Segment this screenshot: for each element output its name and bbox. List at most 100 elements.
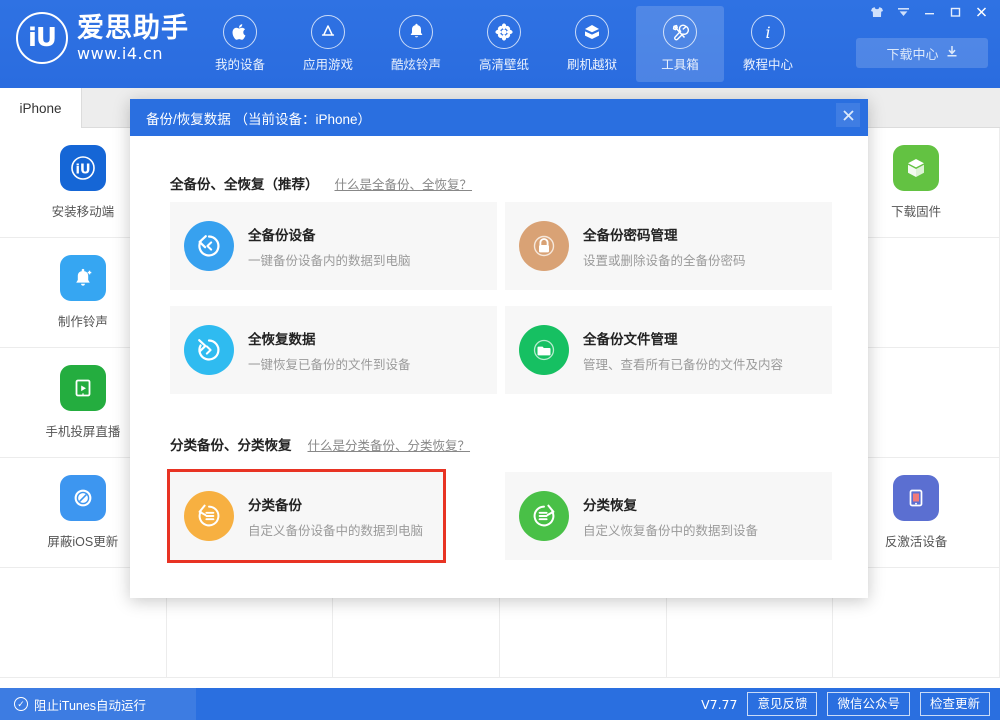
menu-icon[interactable] bbox=[890, 2, 916, 22]
card-title: 全备份文件管理 bbox=[583, 331, 678, 347]
folder-icon bbox=[519, 325, 569, 375]
nav-label: 教程中心 bbox=[742, 58, 793, 72]
app-header: iU 爱思助手 www.i4.cn 我的设备 应用游戏 酷炫铃声 高清壁纸 刷机… bbox=[0, 0, 1000, 88]
nav-item-my-device[interactable]: 我的设备 bbox=[196, 6, 284, 82]
tab-iphone[interactable]: iPhone bbox=[0, 88, 82, 128]
card-title: 全备份设备 bbox=[248, 227, 316, 243]
block-itunes-toggle[interactable]: ✓ 阻止iTunes自动运行 bbox=[0, 688, 196, 720]
tile-label: 手机投屏直播 bbox=[45, 425, 121, 439]
brand-text: 爱思助手 www.i4.cn bbox=[77, 12, 189, 63]
app-logo[interactable]: iU 爱思助手 www.i4.cn bbox=[16, 12, 189, 64]
logo-mark: iU bbox=[16, 12, 68, 64]
close-icon[interactable] bbox=[836, 103, 860, 127]
card-desc: 管理、查看所有已备份的文件及内容 bbox=[583, 357, 784, 372]
nav-item-flash-jailbreak[interactable]: 刷机越狱 bbox=[548, 6, 636, 82]
nav-item-tutorials[interactable]: i 教程中心 bbox=[724, 6, 812, 82]
card-full-backup-device[interactable]: 全备份设备 一键备份设备内的数据到电脑 bbox=[170, 202, 497, 290]
card-title: 全恢复数据 bbox=[248, 331, 316, 347]
svg-text:i: i bbox=[765, 23, 770, 41]
bell-icon bbox=[399, 15, 433, 49]
card-text: 全备份设备 一键备份设备内的数据到电脑 bbox=[248, 224, 411, 269]
card-text: 全备份文件管理 管理、查看所有已备份的文件及内容 bbox=[583, 328, 783, 373]
card-text: 分类备份 自定义备份设备中的数据到电脑 bbox=[248, 494, 423, 539]
close-icon[interactable] bbox=[968, 2, 994, 22]
svg-text:iU: iU bbox=[75, 163, 90, 178]
skin-icon[interactable] bbox=[864, 2, 890, 22]
i4-app-icon: iU bbox=[59, 145, 106, 191]
check-circle-icon: ✓ bbox=[14, 697, 28, 711]
nav-item-ringtones[interactable]: 酷炫铃声 bbox=[372, 6, 460, 82]
ringtone-bell-icon bbox=[59, 255, 106, 301]
nav-label: 刷机越狱 bbox=[566, 58, 617, 72]
block-update-icon bbox=[59, 475, 106, 521]
check-update-button[interactable]: 检查更新 bbox=[919, 691, 990, 717]
card-title: 全备份密码管理 bbox=[583, 227, 678, 243]
section-help-link[interactable]: 什么是全备份、全恢复？ bbox=[335, 174, 473, 193]
maximize-icon[interactable] bbox=[942, 2, 968, 22]
download-center-button[interactable]: 下载中心 bbox=[856, 38, 988, 68]
tab-label: iPhone bbox=[19, 100, 62, 116]
apple-icon bbox=[223, 15, 257, 49]
dialog-title-text: 备份/恢复数据 （当前设备：iPhone） bbox=[146, 111, 372, 127]
nav-label: 我的设备 bbox=[214, 58, 265, 72]
screen-cast-icon bbox=[59, 365, 106, 411]
download-icon bbox=[946, 45, 958, 61]
status-actions: V7.77 意见反馈 微信公众号 检查更新 bbox=[701, 688, 990, 720]
card-category-backup[interactable]: 分类备份 自定义备份设备中的数据到电脑 bbox=[167, 469, 446, 563]
section-help-link[interactable]: 什么是分类备份、分类恢复？ bbox=[308, 435, 471, 454]
lock-icon bbox=[519, 221, 569, 271]
nav-label: 高清壁纸 bbox=[478, 58, 529, 72]
section-header-category-backup: 分类备份、分类恢复 什么是分类备份、分类恢复？ bbox=[170, 434, 470, 454]
brand-url: www.i4.cn bbox=[77, 43, 164, 63]
window-controls bbox=[864, 2, 994, 22]
section-header-full-backup: 全备份、全恢复（推荐） 什么是全备份、全恢复？ bbox=[170, 173, 472, 193]
flower-icon bbox=[487, 15, 521, 49]
appstore-icon bbox=[311, 15, 345, 49]
download-center-label: 下载中心 bbox=[886, 46, 939, 62]
nav-label: 酷炫铃声 bbox=[390, 58, 441, 72]
nav-label: 应用游戏 bbox=[302, 58, 353, 72]
card-desc: 一键恢复已备份的文件到设备 bbox=[248, 357, 411, 372]
status-bar: ✓ 阻止iTunes自动运行 V7.77 意见反馈 微信公众号 检查更新 bbox=[0, 688, 1000, 720]
card-text: 全恢复数据 一键恢复已备份的文件到设备 bbox=[248, 328, 411, 373]
card-category-restore[interactable]: 分类恢复 自定义恢复备份中的数据到设备 bbox=[505, 472, 832, 560]
box-open-icon bbox=[575, 15, 609, 49]
version-label: V7.77 bbox=[701, 696, 738, 712]
card-backup-password-manager[interactable]: 全备份密码管理 设置或删除设备的全备份密码 bbox=[505, 202, 832, 290]
category-backup-icon bbox=[184, 491, 234, 541]
tile-label: 屏蔽iOS更新 bbox=[47, 535, 119, 549]
wechat-button[interactable]: 微信公众号 bbox=[827, 691, 910, 717]
category-restore-icon bbox=[519, 491, 569, 541]
brand-name: 爱思助手 bbox=[77, 12, 189, 43]
card-desc: 设置或删除设备的全备份密码 bbox=[583, 253, 746, 268]
card-title: 分类恢复 bbox=[583, 497, 637, 513]
minimize-icon[interactable] bbox=[916, 2, 942, 22]
firmware-cube-icon bbox=[893, 145, 940, 191]
deactivate-device-icon bbox=[893, 475, 940, 521]
card-desc: 自定义恢复备份中的数据到设备 bbox=[583, 523, 759, 538]
dialog-titlebar: 备份/恢复数据 （当前设备：iPhone） bbox=[130, 99, 868, 136]
info-icon: i bbox=[751, 15, 785, 49]
nav-label: 工具箱 bbox=[661, 58, 699, 72]
section-title: 全备份、全恢复（推荐） bbox=[170, 177, 319, 192]
main-nav: 我的设备 应用游戏 酷炫铃声 高清壁纸 刷机越狱 工具箱 i 教程中心 bbox=[196, 6, 812, 82]
tile-label: 反激活设备 bbox=[884, 535, 948, 549]
nav-item-toolbox[interactable]: 工具箱 bbox=[636, 6, 724, 82]
card-text: 全备份密码管理 设置或删除设备的全备份密码 bbox=[583, 224, 746, 269]
backup-arrow-icon bbox=[184, 221, 234, 271]
dialog-body: 全备份、全恢复（推荐） 什么是全备份、全恢复？ 全备份设备 一键备份设备内的数据… bbox=[130, 136, 868, 598]
backup-restore-dialog: 备份/恢复数据 （当前设备：iPhone） 全备份、全恢复（推荐） 什么是全备份… bbox=[130, 99, 868, 598]
block-itunes-label: 阻止iTunes自动运行 bbox=[34, 698, 147, 713]
tools-icon bbox=[663, 15, 697, 49]
feedback-button[interactable]: 意见反馈 bbox=[747, 691, 818, 717]
card-desc: 自定义备份设备中的数据到电脑 bbox=[248, 523, 424, 538]
card-backup-file-manager[interactable]: 全备份文件管理 管理、查看所有已备份的文件及内容 bbox=[505, 306, 832, 394]
tile-label: 制作铃声 bbox=[57, 315, 108, 329]
nav-item-wallpapers[interactable]: 高清壁纸 bbox=[460, 6, 548, 82]
section-title: 分类备份、分类恢复 bbox=[170, 438, 292, 453]
tile-label: 安装移动端 bbox=[51, 205, 115, 219]
tile-label: 下载固件 bbox=[891, 205, 942, 219]
card-full-restore-data[interactable]: 全恢复数据 一键恢复已备份的文件到设备 bbox=[170, 306, 497, 394]
card-text: 分类恢复 自定义恢复备份中的数据到设备 bbox=[583, 494, 758, 539]
nav-item-apps-games[interactable]: 应用游戏 bbox=[284, 6, 372, 82]
